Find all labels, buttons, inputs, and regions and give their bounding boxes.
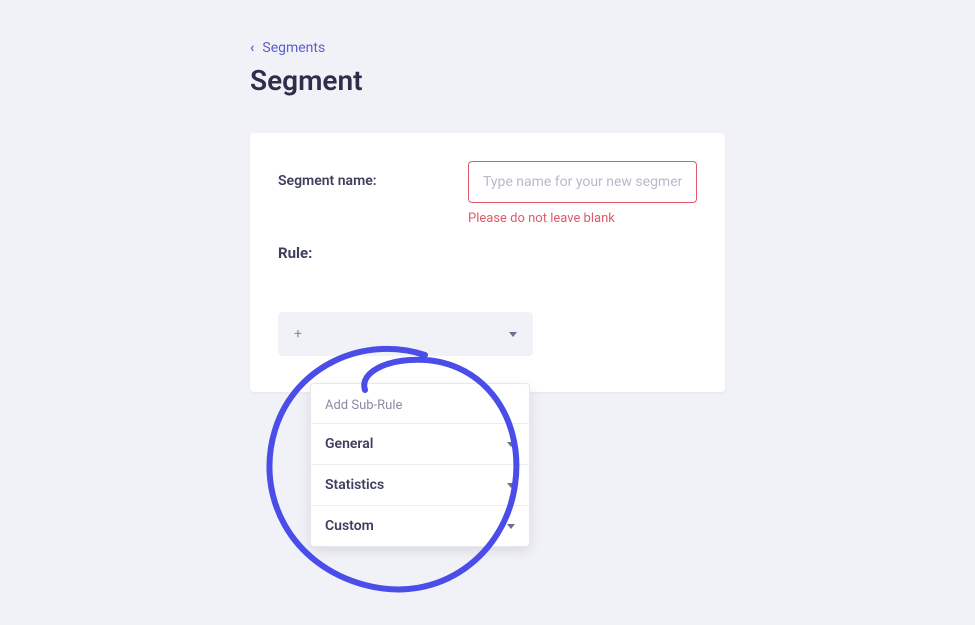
segment-name-error: Please do not leave blank (468, 211, 697, 226)
dropdown-item-custom[interactable]: Custom (311, 505, 529, 546)
caret-down-icon (509, 332, 517, 337)
sub-rule-dropdown-menu: Add Sub-Rule General Statistics Custom (310, 383, 530, 547)
dropdown-item-label: Custom (325, 518, 374, 534)
caret-down-icon (507, 524, 515, 529)
chevron-left-icon: ‹ (250, 40, 254, 56)
dropdown-header: Add Sub-Rule (311, 384, 529, 423)
dropdown-item-label: General (325, 436, 373, 452)
page-title: Segment (250, 64, 725, 97)
breadcrumb-label: Segments (262, 40, 325, 56)
segment-name-label: Segment name: (278, 161, 468, 189)
segment-name-input[interactable] (468, 161, 697, 203)
caret-down-icon (507, 442, 515, 447)
add-rule-dropdown-trigger[interactable]: + (278, 312, 533, 356)
rule-label: Rule: (278, 244, 697, 262)
dropdown-item-label: Statistics (325, 477, 384, 493)
breadcrumb-back[interactable]: ‹ Segments (250, 40, 725, 56)
plus-icon: + (294, 326, 302, 342)
caret-down-icon (507, 483, 515, 488)
dropdown-item-statistics[interactable]: Statistics (311, 464, 529, 505)
dropdown-item-general[interactable]: General (311, 423, 529, 464)
segment-form-card: Segment name: Please do not leave blank … (250, 133, 725, 392)
